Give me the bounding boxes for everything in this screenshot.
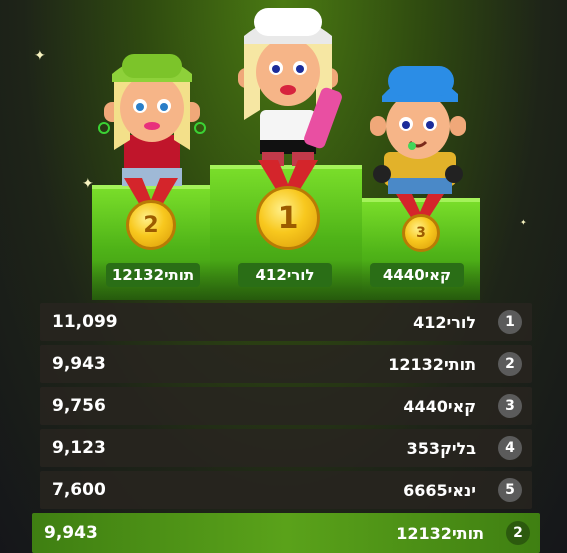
sparkle-icon: ✦	[520, 218, 527, 227]
row-score: 9,943	[52, 354, 106, 374]
leaderboard-row[interactable]: 7,600 ינאי6665 5	[40, 471, 532, 509]
current-user-row[interactable]: 9,943 תותי12132 2	[32, 513, 540, 553]
row-player-name: תותי12132	[388, 354, 476, 374]
podium-name-first: לורי412	[238, 263, 332, 287]
leaderboard-row[interactable]: 11,099 לורי412 1	[40, 303, 532, 341]
row-player-name: בליק353	[406, 438, 476, 458]
gold-medal-icon: 3	[402, 214, 440, 252]
row-score: 7,600	[52, 480, 106, 500]
row-score: 11,099	[52, 312, 118, 332]
row-score: 9,756	[52, 396, 106, 416]
row-player-name: ינאי6665	[403, 480, 476, 500]
gold-medal-icon: 2	[126, 200, 176, 250]
avatar-first-place[interactable]	[228, 2, 348, 167]
row-rank-badge: 2	[506, 521, 530, 545]
row-rank-badge: 2	[498, 352, 522, 376]
row-player-name: לורי412	[413, 312, 476, 332]
row-rank-badge: 3	[498, 394, 522, 418]
gold-medal-icon: 1	[256, 186, 320, 250]
row-rank-badge: 5	[498, 478, 522, 502]
podium-name-second: תותי12132	[106, 263, 200, 287]
row-rank-badge: 1	[498, 310, 522, 334]
leaderboard-row[interactable]: 9,123 בליק353 4	[40, 429, 532, 467]
sparkle-icon: ✦	[34, 48, 46, 64]
row-score: 9,943	[44, 523, 98, 543]
row-player-name: קאי4440	[403, 396, 476, 416]
podium-name-third: קאי4440	[370, 263, 464, 287]
podium-area: ✦ ✦ ✦ 2 1 3 תותי12132 לורי412 קאי4440	[0, 0, 567, 300]
avatar-second-place[interactable]	[94, 40, 210, 190]
leaderboard-row[interactable]: 9,756 קאי4440 3	[40, 387, 532, 425]
row-player-name: תותי12132	[396, 523, 484, 543]
row-rank-badge: 4	[498, 436, 522, 460]
leaderboard-row[interactable]: 9,943 תותי12132 2	[40, 345, 532, 383]
avatar-third-place[interactable]	[366, 58, 470, 198]
row-score: 9,123	[52, 438, 106, 458]
